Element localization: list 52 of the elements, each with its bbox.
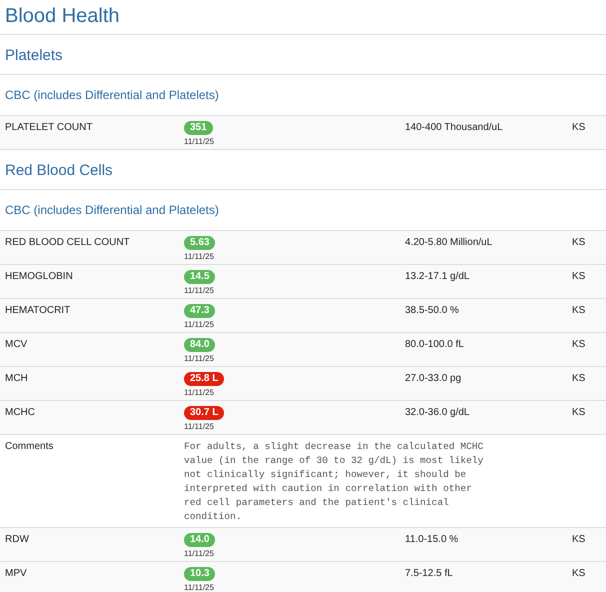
test-name: MCV [5,338,28,352]
test-name: HEMATOCRIT [5,304,72,318]
result-badge: 47.3 [184,304,216,318]
test-name: PLATELET COUNT [5,121,94,135]
result-badge: 14.0 [184,533,216,547]
result-date: 11/11/25 [184,251,214,262]
result-date: 11/11/25 [184,387,214,398]
reference-range: 80.0-100.0 fL [405,338,465,352]
reference-range: 4.20-5.80 Million/uL [405,236,494,250]
result-date: 11/11/25 [184,421,214,432]
lab-code: KS [572,567,586,581]
lab-code: KS [572,372,586,386]
result-date: 11/11/25 [184,353,214,364]
test-name: MCH [5,372,29,386]
section-heading: Platelets [5,47,64,65]
reference-range: 32.0-36.0 g/dL [405,406,470,420]
result-badge: 30.7 L [184,406,224,420]
comment-text: For adults, a slight decrease in the calculated MCHC value (in the range of 30 to 32 g/dL) is most likely not clinically significant; however, it should be interpreted with caution in correlation with other red cell parameters and the patient's clinical condition. [184,440,484,524]
reference-range: 13.2-17.1 g/dL [405,270,470,284]
test-name: RED BLOOD CELL COUNT [5,236,131,250]
test-name: MCHC [5,406,36,420]
result-badge: 25.8 L [184,372,224,386]
result-date: 11/11/25 [184,319,214,330]
result-date: 11/11/25 [184,285,214,296]
result-date: 11/11/25 [184,548,214,559]
panel-heading: CBC (includes Differential and Platelets) [5,88,220,102]
lab-code: KS [572,270,586,284]
result-badge: 5.63 [184,236,216,250]
section-heading: Red Blood Cells [5,162,114,180]
result-badge: 14.5 [184,270,216,284]
result-badge: 351 [184,121,213,135]
reference-range: 11.0-15.0 % [405,533,460,547]
reference-range: 7.5-12.5 fL [405,567,454,581]
test-name: HEMOGLOBIN [5,270,74,284]
result-date: 11/11/25 [184,582,214,592]
lab-code: KS [572,121,586,135]
lab-code: KS [572,533,586,547]
panel-heading: CBC (includes Differential and Platelets) [5,203,220,217]
lab-code: KS [572,406,586,420]
test-name: RDW [5,533,30,547]
lab-code: KS [572,304,586,318]
comment-label: Comments [5,440,54,454]
result-date: 11/11/25 [184,136,214,147]
result-badge: 84.0 [184,338,216,352]
lab-code: KS [572,338,586,352]
test-name: MPV [5,567,28,581]
page-title: Blood Health [5,4,121,28]
result-badge: 10.3 [184,567,216,581]
reference-range: 38.5-50.0 % [405,304,460,318]
lab-code: KS [572,236,586,250]
reference-range: 140-400 Thousand/uL [405,121,504,135]
reference-range: 27.0-33.0 pg [405,372,462,386]
